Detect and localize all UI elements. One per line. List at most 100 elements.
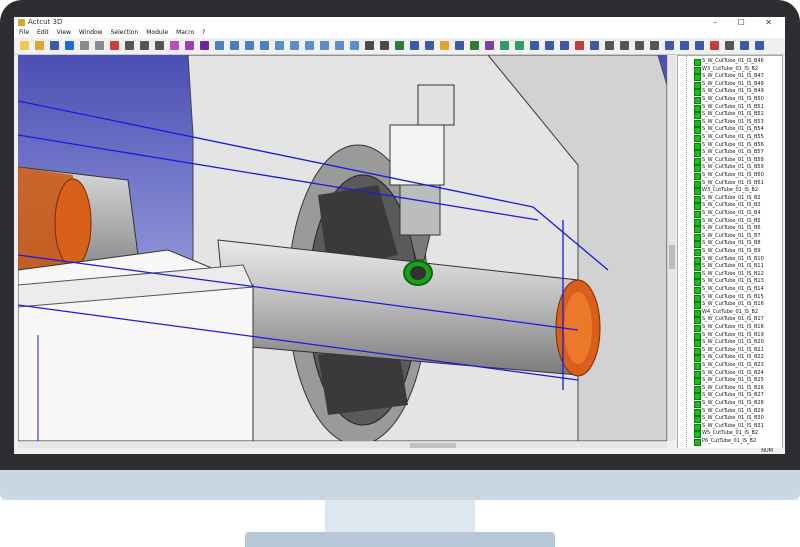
render-icon[interactable]	[170, 41, 179, 50]
tree-item[interactable]: S_W_CutTube_01_IS_B58	[678, 157, 782, 165]
menu-item-view[interactable]: View	[57, 29, 71, 36]
undo-icon[interactable]	[80, 41, 89, 50]
pan-icon[interactable]	[215, 41, 224, 50]
help-icon[interactable]	[740, 41, 749, 50]
bevel-icon[interactable]	[500, 41, 509, 50]
tree-item[interactable]: S_W_CutTube_01_IS_B12	[678, 271, 782, 279]
tree-item[interactable]: W3_CutTube_01_IS_B2	[678, 187, 782, 196]
tree-item[interactable]: S_W_CutTube_01_IS_B20	[678, 339, 782, 348]
new-icon[interactable]	[20, 41, 29, 50]
tree-item[interactable]: S_W_CutTube_01_IS_B27	[678, 392, 782, 401]
tree-item[interactable]: S_W_CutTube_01_IS_B51	[678, 104, 782, 112]
tree-item[interactable]: S_W_CutTube_01_IS_B47	[678, 73, 782, 82]
stop-icon[interactable]	[710, 41, 719, 50]
pencil-icon[interactable]	[650, 41, 659, 50]
tree-item[interactable]: S_W_CutTube_01_IS_B9	[678, 248, 782, 256]
tree-item[interactable]: S_W_CutTube_01_IS_B48	[678, 81, 782, 89]
tree-item[interactable]: S_W_CutTube_01_IS_B2	[678, 195, 782, 203]
tree-item[interactable]: S_W_CutTube_01_IS_B53	[678, 119, 782, 127]
tree-item[interactable]: S_W_CutTube_01_IS_B18	[678, 324, 782, 332]
3d-viewport[interactable]	[18, 55, 667, 441]
view-iso-icon[interactable]	[350, 41, 359, 50]
view-top-icon[interactable]	[335, 41, 344, 50]
axis-icon[interactable]	[470, 41, 479, 50]
tree-item[interactable]: W5_CutTube_01_IS_B2	[678, 430, 782, 439]
tree-item[interactable]: S_W_CutTube_01_IS_B50	[678, 96, 782, 104]
arc-icon[interactable]	[140, 41, 149, 50]
tree-item[interactable]: W4_CutTube_01_IS_B2	[678, 309, 782, 317]
tree-item[interactable]: S_W_CutTube_01_IS_B13	[678, 278, 782, 287]
view-right-icon[interactable]	[320, 41, 329, 50]
tree-item[interactable]: S_W_CutTube_01_IS_B11	[678, 263, 782, 272]
tree-item[interactable]: S_W_CutTube_01_IS_B57	[678, 149, 782, 158]
tree-item[interactable]: P6_CutTube_01_IS_B2	[678, 438, 782, 446]
view-back-icon[interactable]	[290, 41, 299, 50]
window-controls[interactable]: – ☐ ✕	[713, 17, 781, 28]
fit-icon[interactable]	[365, 41, 374, 50]
tree-item[interactable]: S_W_CutTube_01_IS_B3	[678, 202, 782, 211]
play-icon[interactable]	[680, 41, 689, 50]
redo-icon[interactable]	[95, 41, 104, 50]
cut-icon[interactable]	[110, 41, 119, 50]
tree-item[interactable]: S_W_CutTube_01_IS_B14	[678, 286, 782, 294]
snap-icon[interactable]	[410, 41, 419, 50]
menu-item--[interactable]: ?	[202, 29, 205, 36]
tree-item[interactable]: S_W_CutTube_01_IS_B28	[678, 400, 782, 408]
grid-icon[interactable]	[455, 41, 464, 50]
shade-icon[interactable]	[185, 41, 194, 50]
view-front-icon[interactable]	[275, 41, 284, 50]
vertical-scrollbar[interactable]	[667, 55, 676, 441]
save-icon[interactable]	[50, 41, 59, 50]
tree-item[interactable]: S_W_CutTube_01_IS_B54	[678, 126, 782, 135]
tree-item[interactable]: S_W_CutTube_01_IS_B6	[678, 225, 782, 234]
tree-item[interactable]: S_W_CutTube_01_IS_B17	[678, 316, 782, 325]
menu-item-macro[interactable]: Macro	[176, 29, 194, 36]
visibility-checkbox[interactable]	[694, 439, 701, 446]
dimension-icon[interactable]	[125, 41, 134, 50]
measure-icon[interactable]	[395, 41, 404, 50]
tree-item[interactable]: S_W_CutTube_01_IS_B59	[678, 164, 782, 173]
weld-icon[interactable]	[575, 41, 584, 50]
mark-icon[interactable]	[590, 41, 599, 50]
tree-item[interactable]: S_W_CutTube_01_IS_B60	[678, 172, 782, 180]
nest-icon[interactable]	[605, 41, 614, 50]
menu-item-selection[interactable]: Selection	[111, 29, 139, 36]
flag-icon[interactable]	[485, 41, 494, 50]
tree-item[interactable]: S_W_CutTube_01_IS_B56	[678, 142, 782, 150]
settings-icon[interactable]	[725, 41, 734, 50]
tree-item[interactable]: S_W_CutTube_01_IS_B21	[678, 347, 782, 355]
open-icon[interactable]	[35, 41, 44, 50]
menu-item-file[interactable]: File	[19, 29, 29, 36]
info-icon[interactable]	[755, 41, 764, 50]
tree-item[interactable]: S_W_CutTube_01_IS_B31	[678, 423, 782, 431]
menu-item-module[interactable]: Module	[146, 29, 168, 36]
notch-icon[interactable]	[560, 41, 569, 50]
select-icon[interactable]	[65, 41, 74, 50]
tree-item[interactable]: S_W_CutTube_01_IS_B15	[678, 294, 782, 302]
hole-icon[interactable]	[530, 41, 539, 50]
tree-item[interactable]: S_W_CutTube_01_IS_B25	[678, 377, 782, 386]
menu-item-window[interactable]: Window	[79, 29, 103, 36]
zoom-out-icon[interactable]	[260, 41, 269, 50]
magnet-icon[interactable]	[425, 41, 434, 50]
tree-item[interactable]: S_W_CutTube_01_IS_B49	[678, 88, 782, 97]
tree-item[interactable]: S_W_CutTube_01_IS_B23	[678, 362, 782, 370]
tree-item[interactable]: S_W_CutTube_01_IS_B29	[678, 408, 782, 416]
tree-item[interactable]: S_W_CutTube_01_IS_B7	[678, 233, 782, 241]
vertical-scroll-thumb[interactable]	[669, 245, 675, 269]
move-icon[interactable]	[230, 41, 239, 50]
sheet-icon[interactable]	[620, 41, 629, 50]
tree-item[interactable]: S_W_CutTube_01_IS_B30	[678, 415, 782, 424]
tree-item[interactable]: S_W_CutTube_01_IS_B22	[678, 354, 782, 363]
layer-icon[interactable]	[635, 41, 644, 50]
section-icon[interactable]	[380, 41, 389, 50]
step-icon[interactable]	[695, 41, 704, 50]
tree-item[interactable]: S_W_CutTube_01_IS_B16	[678, 301, 782, 310]
tree-item[interactable]: S_W_CutTube_01_IS_B8	[678, 240, 782, 249]
light-icon[interactable]	[440, 41, 449, 50]
material-icon[interactable]	[200, 41, 209, 50]
3d-scene[interactable]	[18, 55, 667, 441]
tool-icon[interactable]	[155, 41, 164, 50]
tree-item[interactable]: S_W_CutTube_01_IS_B55	[678, 134, 782, 142]
view-left-icon[interactable]	[305, 41, 314, 50]
